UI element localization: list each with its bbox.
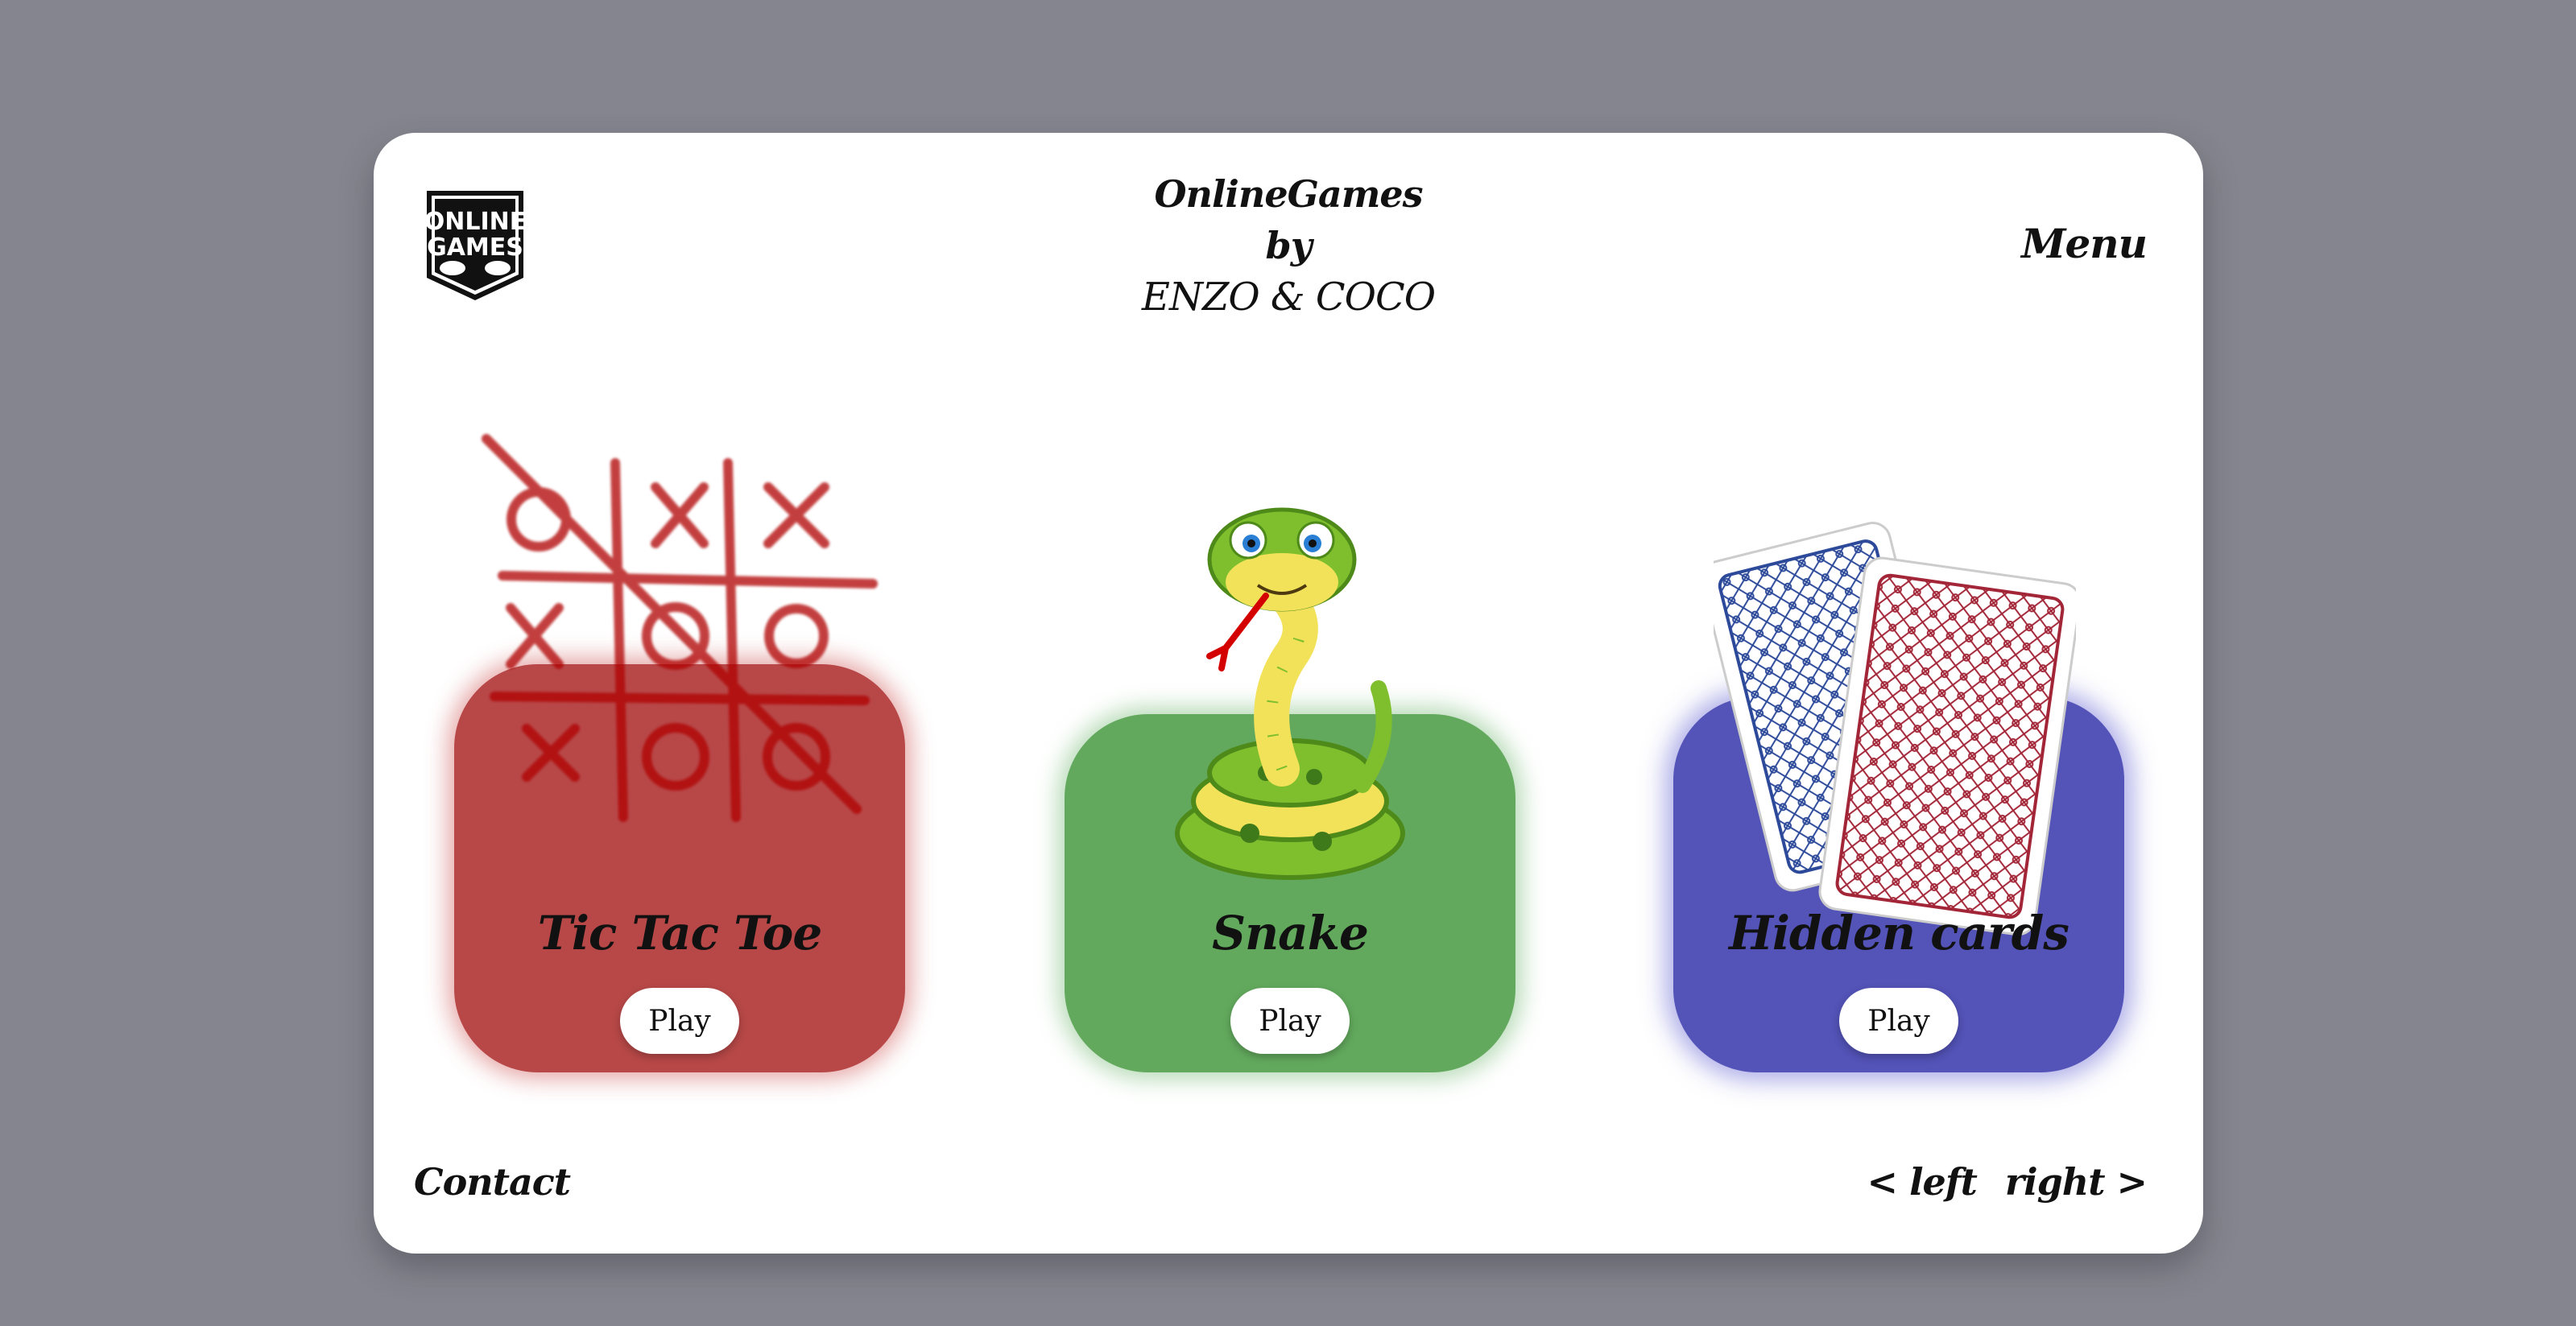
game-card-snake: Snake Play — [1065, 133, 1515, 1254]
right-arrow-link[interactable]: right > — [2005, 1160, 2148, 1204]
tic-tac-toe-board-icon — [482, 434, 878, 822]
cartoon-snake-icon — [1175, 507, 1405, 880]
play-button[interactable]: Play — [620, 988, 739, 1054]
game-title: Tic Tac Toe — [537, 906, 823, 960]
carousel-nav: < left right > — [1851, 1160, 2148, 1204]
game-title: Hidden cards — [1729, 906, 2069, 960]
main-panel: ONLINE GAMES OnlineGames by ENZO & COCO … — [374, 133, 2203, 1254]
play-button[interactable]: Play — [1839, 988, 1958, 1054]
play-button[interactable]: Play — [1230, 988, 1350, 1054]
game-title: Snake — [1212, 906, 1369, 960]
contact-link[interactable]: Contact — [414, 1160, 571, 1204]
game-card-hidden-cards: Hidden cards Play — [1673, 133, 2124, 1254]
left-arrow-link[interactable]: < left — [1867, 1160, 1978, 1204]
game-card-tic-tac-toe: Tic Tac Toe Play — [454, 133, 905, 1254]
